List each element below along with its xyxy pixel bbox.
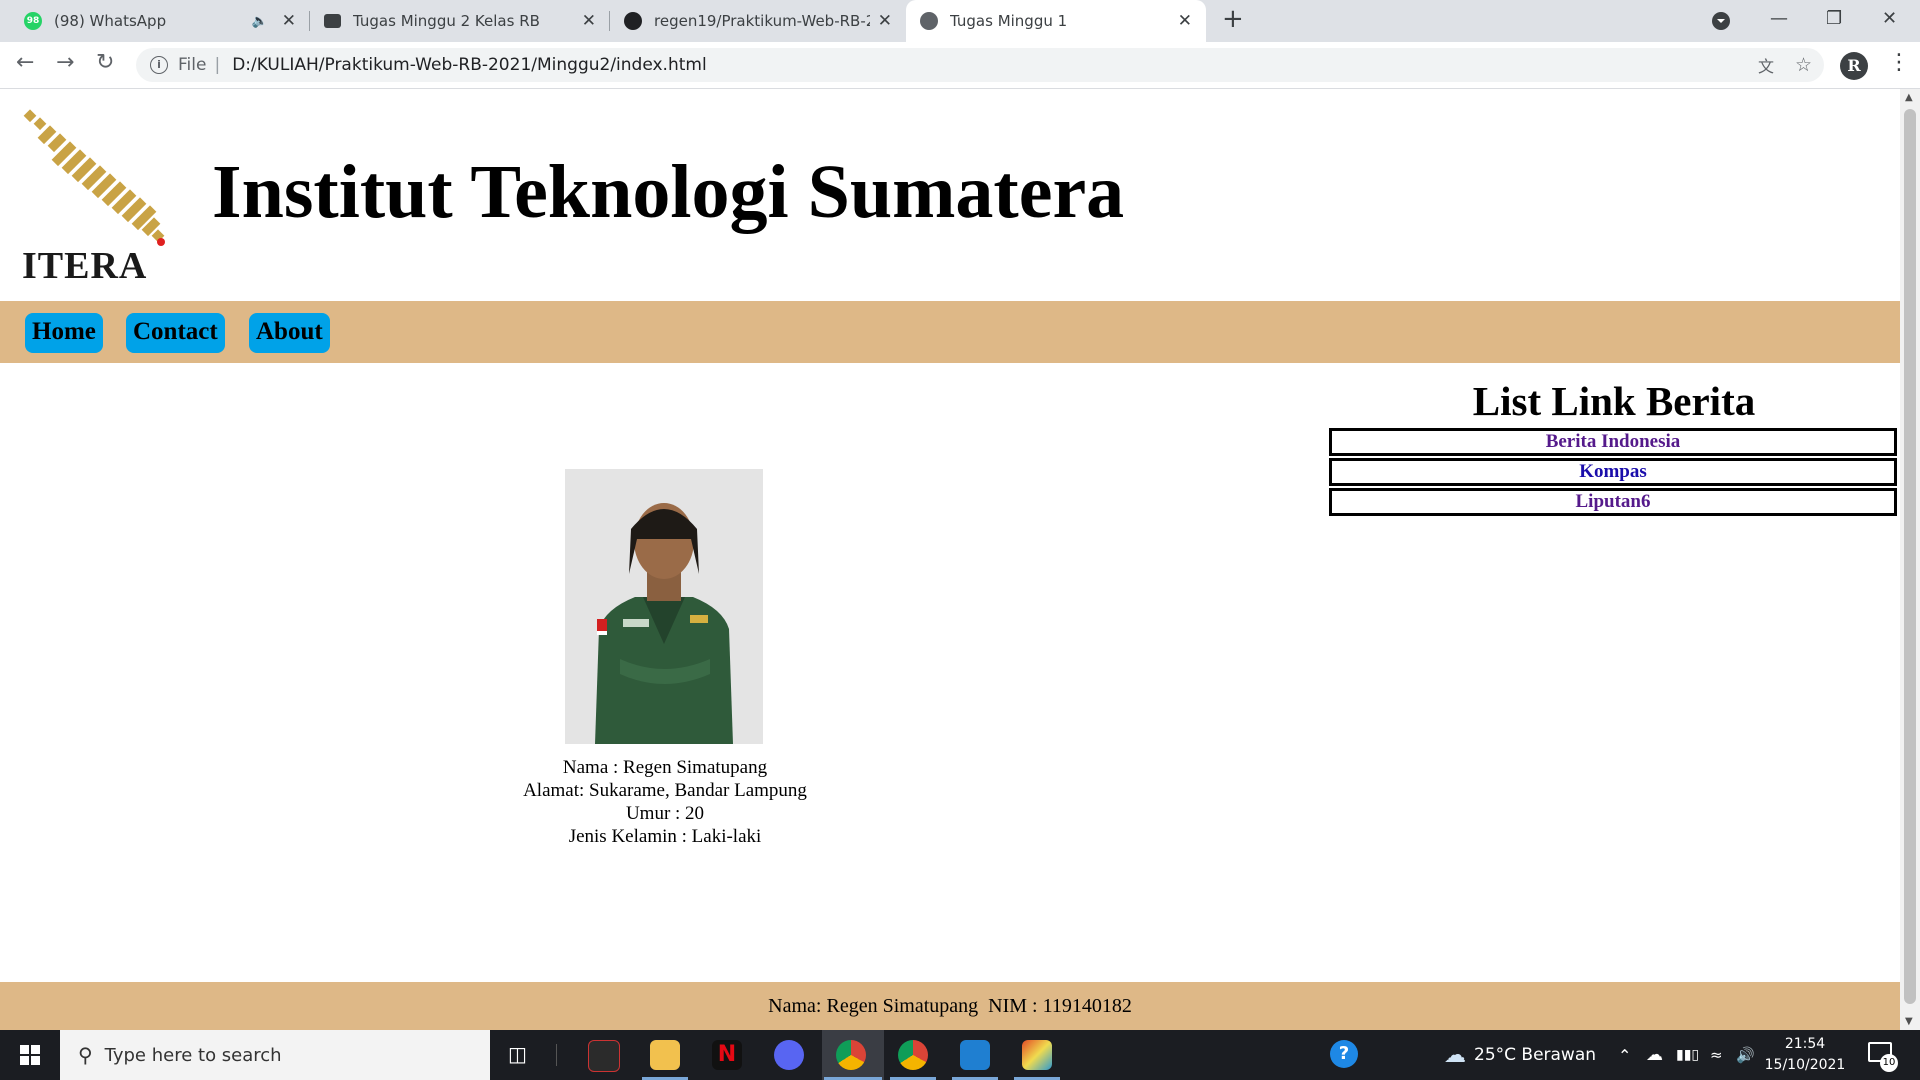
classroom-icon: [324, 14, 341, 28]
wifi-icon[interactable]: ≈: [1710, 1030, 1723, 1080]
scrollbar-thumb[interactable]: [1904, 109, 1916, 1004]
chrome-icon[interactable]: [836, 1040, 866, 1070]
discord-icon[interactable]: [774, 1040, 804, 1070]
nav-contact-link[interactable]: Contact: [126, 313, 225, 353]
notification-badge: 10: [1880, 1054, 1898, 1072]
new-tab-icon[interactable]: +: [1222, 4, 1244, 34]
info-icon[interactable]: i: [150, 56, 168, 74]
windows-start-icon[interactable]: [20, 1045, 40, 1065]
close-tab-icon[interactable]: ✕: [878, 11, 892, 31]
tab-title: Tugas Minggu 1: [950, 12, 1068, 30]
search-placeholder: Type here to search: [104, 1044, 282, 1066]
info-name: Nama : Regen Simatupang: [562, 757, 768, 778]
whatsapp-icon: 98: [24, 12, 42, 30]
weather-text: 25°C Berawan: [1474, 1045, 1597, 1065]
table-row: Berita Indonesia: [1329, 428, 1897, 456]
tab-active[interactable]: Tugas Minggu 1 ✕: [906, 0, 1206, 42]
page-scrollbar[interactable]: ▲ ▼: [1900, 89, 1920, 1030]
profile-photo: [565, 469, 763, 744]
file-explorer-icon[interactable]: [650, 1040, 680, 1070]
scroll-up-icon[interactable]: ▲: [1905, 92, 1913, 103]
tab-whatsapp[interactable]: 98 (98) WhatsApp 🔈 ✕: [10, 0, 310, 42]
link-kompas[interactable]: Kompas: [1579, 461, 1647, 482]
globe-icon: [920, 12, 938, 30]
onedrive-icon[interactable]: ☁: [1646, 1030, 1663, 1080]
close-tab-icon[interactable]: ✕: [282, 11, 296, 31]
tab-title: regen19/Praktikum-Web-RB-202: [654, 12, 870, 30]
news-links-aside: List Link Berita Berita Indonesia Kompas…: [1329, 376, 1899, 518]
chrome-profile-icon[interactable]: [898, 1040, 928, 1070]
profile-info: Nama : Regen Simatupang Alamat: Sukarame…: [420, 756, 910, 848]
tab-title: Tugas Minggu 2 Kelas RB: [353, 12, 540, 30]
forward-icon[interactable]: →: [56, 50, 74, 75]
tab-title: (98) WhatsApp: [54, 12, 167, 30]
cloud-icon: ☁: [1444, 1042, 1466, 1068]
git-app-icon[interactable]: [1022, 1040, 1052, 1070]
search-icon: ⚲: [78, 1043, 93, 1067]
browser-toolbar: ← → ↻ i File | D:/KULIAH/Praktikum-Web-R…: [0, 42, 1920, 89]
table-row: Kompas: [1329, 458, 1897, 486]
task-view-icon[interactable]: ◫: [508, 1042, 527, 1066]
close-tab-icon[interactable]: ✕: [1178, 11, 1192, 31]
address-bar[interactable]: i File | D:/KULIAH/Praktikum-Web-RB-2021…: [136, 48, 1824, 82]
table-row: Liputan6: [1329, 488, 1897, 516]
app-launcher-icon[interactable]: [588, 1040, 620, 1072]
volume-icon[interactable]: 🔊: [1736, 1030, 1755, 1080]
bookmark-star-icon[interactable]: ☆: [1795, 54, 1812, 76]
tab-search-icon[interactable]: [1712, 12, 1730, 35]
battery-icon[interactable]: ▮▮▯: [1676, 1030, 1699, 1080]
scroll-down-icon[interactable]: ▼: [1905, 1016, 1913, 1027]
github-icon: [624, 12, 642, 30]
back-icon[interactable]: ←: [16, 50, 34, 75]
info-age: Umur : 20: [625, 803, 705, 824]
weather-widget[interactable]: ☁ 25°C Berawan: [1444, 1030, 1596, 1080]
chevron-up-icon[interactable]: ⌃: [1618, 1030, 1631, 1080]
restore-icon[interactable]: ❐: [1826, 8, 1842, 29]
close-window-icon[interactable]: ✕: [1882, 8, 1897, 29]
address-url[interactable]: D:/KULIAH/Praktikum-Web-RB-2021/Minggu2/…: [232, 55, 707, 75]
nav-home-link[interactable]: Home: [25, 313, 103, 353]
site-navbar: Home Contact About: [0, 301, 1900, 363]
speaker-icon[interactable]: 🔈: [252, 14, 268, 29]
web-page: ITERA Institut Teknologi Sumatera Home C…: [0, 89, 1900, 1030]
close-tab-icon[interactable]: ✕: [582, 11, 596, 31]
profile-avatar[interactable]: R: [1840, 52, 1868, 80]
address-divider: |: [214, 55, 221, 75]
vscode-icon[interactable]: [960, 1040, 990, 1070]
nav-about-link[interactable]: About: [249, 313, 330, 353]
site-header: ITERA Institut Teknologi Sumatera: [0, 89, 1900, 301]
help-icon[interactable]: ?: [1330, 1040, 1358, 1068]
info-address: Alamat: Sukarame, Bandar Lampung: [523, 780, 807, 801]
windows-taskbar: ⚲ Type here to search ◫ N ? ☁ 25°C Beraw…: [0, 1030, 1920, 1080]
link-berita-indonesia[interactable]: Berita Indonesia: [1546, 431, 1681, 452]
menu-kebab-icon[interactable]: ⋮: [1888, 50, 1910, 75]
site-title: Institut Teknologi Sumatera: [212, 150, 1125, 234]
taskbar-clock[interactable]: 21:54 15/10/2021: [1762, 1034, 1848, 1076]
taskbar-search[interactable]: ⚲ Type here to search: [60, 1030, 490, 1080]
tab-strip: 98 (98) WhatsApp 🔈 ✕ Tugas Minggu 2 Kela…: [0, 0, 1920, 42]
news-links-table: Berita Indonesia Kompas Liputan6: [1329, 426, 1897, 518]
netflix-icon[interactable]: N: [712, 1040, 742, 1070]
tab-classroom[interactable]: Tugas Minggu 2 Kelas RB ✕: [310, 0, 610, 42]
link-liputan6[interactable]: Liputan6: [1576, 491, 1651, 512]
clock-date: 15/10/2021: [1764, 1057, 1846, 1073]
minimize-icon[interactable]: —: [1770, 8, 1788, 29]
site-footer: Nama: Regen Simatupang NIM : 119140182: [0, 982, 1900, 1030]
tab-github[interactable]: regen19/Praktikum-Web-RB-202 ✕: [610, 0, 906, 42]
translate-icon[interactable]: 文: [1758, 53, 1774, 77]
taskbar-divider: [556, 1044, 557, 1066]
info-gender: Jenis Kelamin : Laki-laki: [568, 826, 762, 847]
reload-icon[interactable]: ↻: [96, 50, 114, 75]
clock-time: 21:54: [1784, 1036, 1826, 1052]
logo-text: ITERA: [22, 245, 148, 287]
address-scheme: File: [178, 55, 207, 75]
aside-heading: List Link Berita: [1472, 378, 1756, 424]
